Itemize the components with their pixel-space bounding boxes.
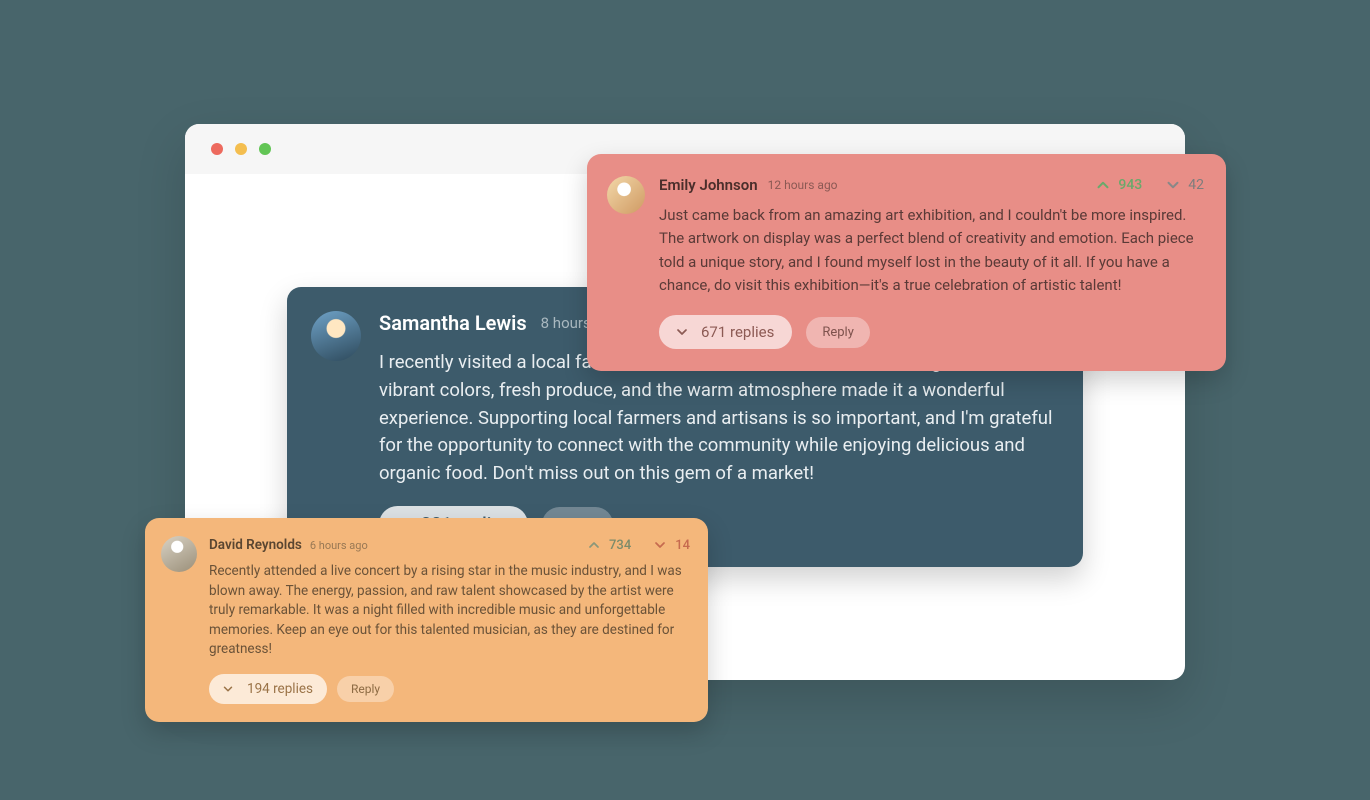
downvote-group[interactable]: 42 xyxy=(1164,176,1204,194)
comment-body: David Reynolds 6 hours ago 734 14 Recent… xyxy=(209,536,690,704)
comment-text: Just came back from an amazing art exhib… xyxy=(659,204,1204,297)
avatar[interactable] xyxy=(311,311,361,361)
chevron-down-icon xyxy=(1164,176,1182,194)
vote-controls: 943 42 xyxy=(1094,176,1204,194)
chevron-down-icon xyxy=(219,680,237,698)
comment-author[interactable]: Emily Johnson xyxy=(659,176,758,194)
replies-toggle[interactable]: 671 replies xyxy=(659,315,792,349)
comment-author[interactable]: David Reynolds xyxy=(209,537,302,553)
downvote-count: 42 xyxy=(1188,177,1204,193)
chevron-up-icon xyxy=(585,536,603,554)
replies-count-label: 671 replies xyxy=(701,323,774,341)
upvote-group[interactable]: 943 xyxy=(1094,176,1142,194)
chevron-up-icon xyxy=(1094,176,1112,194)
comment-card-orange: David Reynolds 6 hours ago 734 14 Recent… xyxy=(145,518,708,722)
comment-timestamp: 6 hours ago xyxy=(310,539,368,552)
reply-button[interactable]: Reply xyxy=(337,676,394,702)
chevron-down-icon xyxy=(673,323,691,341)
upvote-count: 943 xyxy=(1118,177,1142,193)
downvote-group[interactable]: 14 xyxy=(651,536,690,554)
comment-header: David Reynolds 6 hours ago 734 14 xyxy=(209,536,690,554)
upvote-group[interactable]: 734 xyxy=(585,536,631,554)
window-close-button[interactable] xyxy=(211,143,223,155)
avatar[interactable] xyxy=(161,536,197,572)
comment-author[interactable]: Samantha Lewis xyxy=(379,311,527,335)
comment-header: Emily Johnson 12 hours ago 943 42 xyxy=(659,176,1204,194)
replies-count-label: 194 replies xyxy=(247,681,313,697)
comment-card-pink: Emily Johnson 12 hours ago 943 42 Just c… xyxy=(587,154,1226,371)
comment-text: Recently attended a live concert by a ri… xyxy=(209,562,690,660)
vote-controls: 734 14 xyxy=(585,536,690,554)
window-maximize-button[interactable] xyxy=(259,143,271,155)
upvote-count: 734 xyxy=(609,538,631,553)
window-minimize-button[interactable] xyxy=(235,143,247,155)
avatar[interactable] xyxy=(607,176,645,214)
reply-button[interactable]: Reply xyxy=(806,317,870,348)
comment-actions: 671 replies Reply xyxy=(659,315,1204,349)
chevron-down-icon xyxy=(651,536,669,554)
downvote-count: 14 xyxy=(675,538,690,553)
comment-body: Emily Johnson 12 hours ago 943 42 Just c… xyxy=(659,176,1204,349)
comment-actions: 194 replies Reply xyxy=(209,674,690,704)
replies-toggle[interactable]: 194 replies xyxy=(209,674,327,704)
comment-timestamp: 12 hours ago xyxy=(768,178,838,192)
